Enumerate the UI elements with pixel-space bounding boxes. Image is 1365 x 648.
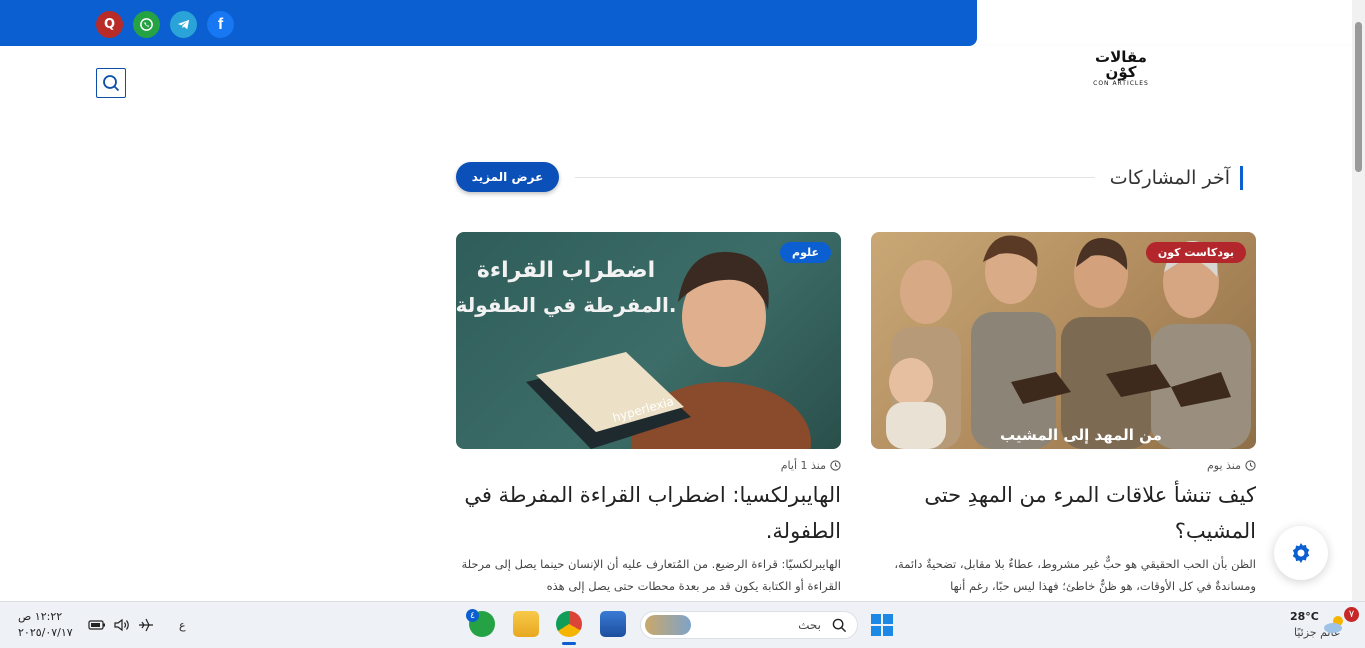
logo-text-en: CON ARTICLES [1093,80,1149,87]
post-time: منذ 1 أيام [781,459,841,472]
clock-date[interactable]: ٢٠٢٥/٠٧/١٧ [18,626,73,639]
store-icon[interactable] [600,611,626,637]
svg-text:اضطراب القراءة: اضطراب القراءة [477,258,655,283]
search-icon [832,618,847,633]
logo-text-ar: مقالات كوْن [1095,48,1147,81]
facebook-icon[interactable]: f [207,11,234,38]
card-image-generations[interactable]: من المهد إلى المشيب بودكاست كون [871,232,1256,449]
language-indicator[interactable]: ع [179,619,186,632]
file-explorer-icon[interactable] [513,611,539,637]
weather-badge: ٧ [1344,607,1359,622]
site-logo[interactable]: مقالات كوْن CON ARTICLES [1080,50,1162,88]
chrome-icon[interactable] [556,611,582,637]
search-highlight-image [645,615,691,635]
clock-time[interactable]: ١٢:٢٢ ص [18,610,62,623]
category-badge[interactable]: بودكاست كون [1145,242,1246,263]
scrollbar-thumb[interactable] [1355,22,1362,172]
post-time-text: منذ يوم [1206,459,1241,472]
battery-icon[interactable] [88,619,106,631]
taskbar-search-placeholder: بحث [798,618,821,632]
view-more-button[interactable]: عرض المزيد [456,162,559,192]
post-excerpt: الهايبرلكسيّا: قراءة الرضيع. من المُتعار… [461,557,841,593]
weather-temp[interactable]: 28°C [1290,610,1319,623]
whatsapp-icon[interactable] [133,11,160,38]
telegram-icon[interactable] [170,11,197,38]
post-title[interactable]: كيف تنشأ علاقات المرء من المهدِ حتى المش… [871,477,1256,549]
top-bar: Q f [0,0,977,46]
category-badge[interactable]: علوم [780,242,831,263]
clock-icon [1245,460,1256,471]
search-button[interactable] [96,68,126,98]
post-title[interactable]: الهايبرلكسيا: اضطراب القراءة المفرطة في … [456,477,841,549]
page-scrollbar[interactable] [1352,0,1365,601]
windows-start-icon[interactable] [870,613,894,637]
post-excerpt: الظن بأن الحب الحقيقي هو حبٌّ غير مشروط،… [894,557,1256,593]
whatsapp-badge: ٤ [466,609,479,622]
quora-icon[interactable]: Q [96,11,123,38]
search-icon [103,75,120,92]
taskbar-search[interactable]: بحث [640,611,858,639]
section-divider [575,177,1095,178]
settings-button[interactable] [1274,526,1328,580]
card-image-hyperlexia[interactable]: hyperlexia اضطراب القراءة المفرطة في الط… [456,232,841,449]
post-time: منذ يوم [1207,459,1256,472]
active-app-indicator [562,642,576,645]
svg-text:المفرطة في الطفولة.: المفرطة في الطفولة. [456,293,676,318]
clock-icon [830,460,841,471]
browser-viewport: Q f مقالات كوْن CON ARTICLES آخر المشارك… [0,0,1352,601]
family-reading-photo: من المهد إلى المشيب [886,235,1251,449]
svg-text:من المهد إلى المشيب: من المهد إلى المشيب [1000,426,1162,444]
section-title: آخر المشاركات [1110,166,1243,190]
post-time-text: منذ 1 أيام [780,459,826,472]
gear-icon [1292,543,1310,563]
volume-icon[interactable] [113,617,131,633]
boy-reading-illustration: hyperlexia اضطراب القراءة المفرطة في الط… [456,251,811,449]
airplane-mode-icon[interactable] [137,617,155,633]
